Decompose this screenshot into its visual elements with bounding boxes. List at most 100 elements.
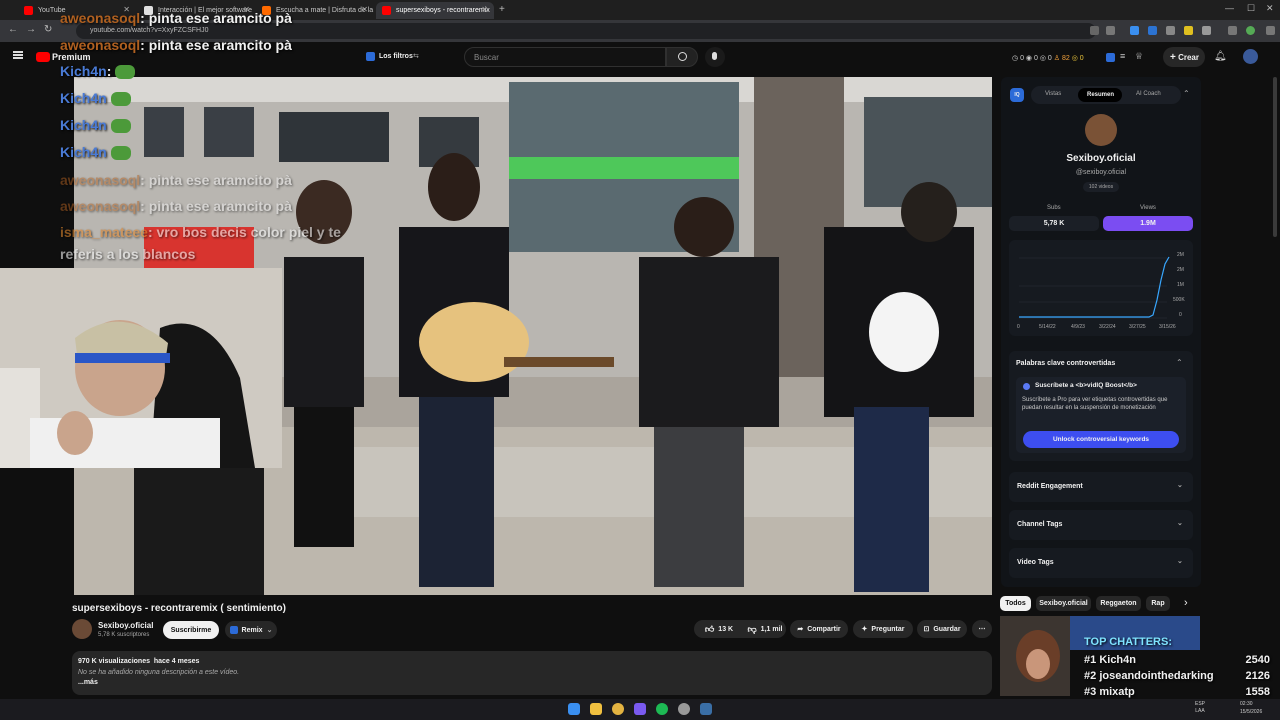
- file-explorer-icon[interactable]: [590, 703, 602, 715]
- chat-message: isma_mateee: vro bos decis color piel y …: [60, 224, 341, 240]
- chip-rap[interactable]: Rap: [1146, 596, 1170, 611]
- profile-icon[interactable]: [1246, 26, 1255, 35]
- subs-value[interactable]: 5,78 K: [1009, 216, 1099, 231]
- chip-channel[interactable]: Sexiboy.oficial: [1036, 596, 1091, 611]
- app-icon[interactable]: [678, 703, 690, 715]
- extension-icon[interactable]: [1130, 26, 1139, 35]
- unlock-keywords-button[interactable]: Unlock controversial keywords: [1023, 431, 1179, 448]
- search-input[interactable]: Buscar: [464, 47, 666, 67]
- language-indicator[interactable]: ESP LAA: [1193, 701, 1207, 714]
- boost-text: Suscríbete a Pro para ver etiquetas cont…: [1022, 397, 1168, 411]
- chat-message: aweonasoql: pinta ese aramcito pà: [60, 37, 292, 53]
- chevron-down-icon: ⌄: [1177, 482, 1183, 489]
- vidiq-logo-icon: IQ: [1010, 88, 1024, 102]
- youtube-logo-text[interactable]: Premium: [52, 52, 91, 62]
- channel-avatar[interactable]: [72, 619, 92, 639]
- webcam-overlay: [0, 268, 282, 468]
- youtube-icon: [24, 6, 33, 15]
- dislike-button[interactable]: 👎︎ 1,1 mil: [744, 620, 786, 638]
- y-tick: 1M: [1177, 282, 1184, 288]
- extension-icon[interactable]: [1148, 26, 1157, 35]
- app-icon[interactable]: [634, 703, 646, 715]
- translate-icon[interactable]: [1090, 26, 1099, 35]
- show-more-link[interactable]: ...más: [78, 679, 98, 686]
- chevron-right-icon[interactable]: ›: [1184, 597, 1188, 609]
- video-tags-section[interactable]: Video Tags ⌄: [1009, 548, 1193, 578]
- tab-vistas[interactable]: Vistas: [1045, 91, 1061, 97]
- remix-button[interactable]: Remix ⌄: [225, 621, 277, 639]
- menu-icon[interactable]: [1228, 26, 1237, 35]
- back-icon[interactable]: ←: [8, 24, 18, 35]
- tab-ai-coach[interactable]: AI Coach: [1136, 91, 1161, 97]
- x-tick: 3/22/24: [1099, 324, 1116, 330]
- section-title: Palabras clave controvertidas: [1016, 360, 1116, 367]
- trophy-icon[interactable]: ♕: [1135, 51, 1143, 62]
- chat-message: Kich4n:: [60, 63, 136, 80]
- close-icon[interactable]: ✕: [481, 5, 488, 14]
- list-icon[interactable]: ≡: [1120, 51, 1125, 61]
- more-actions-button[interactable]: ⋯: [972, 620, 992, 638]
- secondary-webcam-frame: [1000, 616, 1070, 696]
- channel-tags-section[interactable]: Channel Tags ⌄: [1009, 510, 1193, 540]
- close-window-icon[interactable]: ✕: [1266, 3, 1274, 14]
- save-button[interactable]: ⊡ Guardar: [917, 620, 967, 638]
- chrome-icon[interactable]: [612, 703, 624, 715]
- chip-todos[interactable]: Todos: [1000, 596, 1031, 611]
- puzzle-icon[interactable]: [1202, 26, 1211, 35]
- filter-button[interactable]: Los filtros: [379, 53, 413, 60]
- windows-taskbar: ESP LAA 02:30 15/5/2026: [0, 699, 1280, 720]
- hamburger-icon[interactable]: [13, 51, 23, 59]
- filter-settings-icon[interactable]: ⇆: [413, 52, 419, 60]
- like-button[interactable]: 👍︎ 13 K: [694, 620, 744, 638]
- chevron-down-icon: ⌄: [266, 627, 273, 634]
- mic-button[interactable]: [705, 47, 725, 67]
- new-tab-button[interactable]: +: [499, 4, 505, 15]
- chat-message: aweonasoql: pinta ese aramcito pà: [60, 198, 292, 214]
- avatar[interactable]: [1243, 49, 1258, 64]
- reddit-engagement-section[interactable]: Reddit Engagement ⌄: [1009, 472, 1193, 502]
- video-title: supersexiboys - recontraremix ( sentimie…: [72, 603, 286, 614]
- extension-icon[interactable]: [1184, 26, 1193, 35]
- boost-card: Suscríbete a <b>vidIQ Boost</b> Suscríbe…: [1016, 377, 1186, 453]
- header-stats: ◷ 0 ◉ 0 ◎ 0 ♙ 82 ◎ 0: [1012, 55, 1084, 62]
- windows-start-icon[interactable]: [568, 703, 580, 715]
- chat-message: aweonasoql: pinta ese aramcito pà: [60, 172, 292, 188]
- share-button[interactable]: ➦ Compartir: [790, 620, 848, 638]
- filter-icon: [366, 52, 375, 61]
- youtube-logo-icon[interactable]: [36, 52, 50, 62]
- x-tick: 3/15/26: [1159, 324, 1176, 330]
- search-button[interactable]: [666, 47, 698, 67]
- ask-button[interactable]: ✦ Preguntar: [853, 620, 913, 638]
- chip-reggaeton[interactable]: Reggaeton: [1096, 596, 1141, 611]
- steam-icon[interactable]: [700, 703, 712, 715]
- clock-time: 02:30: [1240, 701, 1253, 707]
- collapse-icon[interactable]: ⌃: [1183, 89, 1190, 98]
- chat-message: Kich4n: [60, 90, 131, 107]
- forward-icon[interactable]: →: [26, 24, 36, 35]
- create-button[interactable]: + Crear: [1163, 47, 1205, 67]
- kebab-menu-icon[interactable]: [1266, 26, 1275, 35]
- maximize-icon[interactable]: ☐: [1247, 3, 1255, 14]
- thumbs-down-icon: 👎︎: [747, 623, 757, 634]
- spotify-icon[interactable]: [656, 703, 668, 715]
- thumbs-up-icon: 👍︎: [704, 623, 715, 634]
- collapse-icon[interactable]: ⌃: [1176, 358, 1183, 367]
- page-scrollbar[interactable]: [1273, 77, 1277, 237]
- bell-icon[interactable]: 🔔︎: [1214, 51, 1227, 62]
- channel-name[interactable]: Sexiboy.oficial: [98, 621, 153, 630]
- vidiq-icon[interactable]: [1106, 53, 1115, 62]
- subscribe-button[interactable]: Suscribirme: [163, 621, 219, 639]
- pepe-emote-icon: [110, 119, 131, 134]
- minimize-icon[interactable]: —: [1225, 3, 1234, 13]
- views-value[interactable]: 1.9M: [1103, 216, 1193, 231]
- tab-supersexiboys[interactable]: supersexiboys - recontraremix ✕: [376, 2, 494, 19]
- reload-icon[interactable]: ↻: [44, 24, 52, 35]
- star-icon[interactable]: [1106, 26, 1115, 35]
- close-icon[interactable]: ✕: [361, 5, 368, 14]
- y-tick: 2M: [1177, 267, 1184, 273]
- tab-resumen[interactable]: Resumen: [1078, 88, 1122, 102]
- extension-icon[interactable]: [1166, 26, 1175, 35]
- mic-icon: [712, 52, 717, 60]
- description-box[interactable]: 970 K visualizaciones hace 4 meses No se…: [72, 651, 992, 695]
- top-chatters-title: TOP CHATTERS:: [1084, 636, 1173, 648]
